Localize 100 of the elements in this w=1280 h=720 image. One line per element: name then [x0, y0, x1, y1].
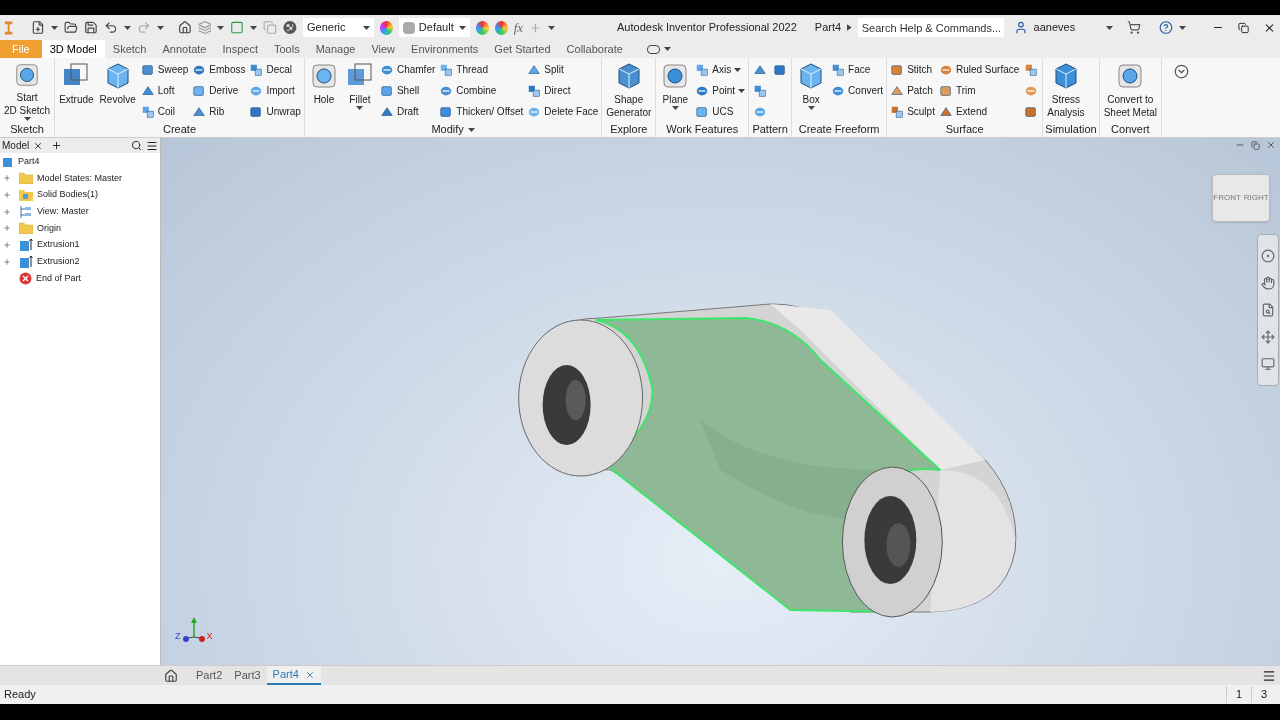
ribbon-button[interactable]: Coil: [139, 101, 190, 122]
expand-icon[interactable]: [3, 174, 11, 183]
ribbon-button[interactable]: Emboss: [191, 59, 247, 80]
save-icon[interactable]: [84, 20, 98, 35]
look-at-icon[interactable]: [1261, 356, 1275, 371]
zoom-icon[interactable]: [1261, 303, 1275, 317]
ribbon-button[interactable]: Trim: [937, 80, 1021, 101]
search-icon[interactable]: [131, 140, 142, 151]
ribbon-tab[interactable]: Sketch: [104, 40, 155, 58]
ribbon-button[interactable]: Face: [830, 59, 885, 80]
ribbon-button[interactable]: Thicken/ Offset: [438, 101, 525, 122]
ribbon-large-button[interactable]: Start 2D Sketch: [2, 59, 53, 121]
add-tab-icon[interactable]: [51, 140, 63, 151]
ribbon-button[interactable]: Point: [694, 80, 747, 101]
home-icon[interactable]: [177, 20, 192, 35]
ribbon-button[interactable]: Unwrap: [248, 101, 302, 122]
layers-icon[interactable]: [197, 20, 212, 35]
browser-tab[interactable]: Model: [2, 138, 30, 153]
new-file-icon[interactable]: [31, 20, 46, 35]
checker-icon[interactable]: [283, 20, 297, 35]
tree-item[interactable]: End of Part: [36, 271, 82, 286]
orbit-icon[interactable]: [1261, 329, 1275, 344]
ribbon-tab[interactable]: 3D Model: [41, 40, 105, 58]
ribbon-button[interactable]: Draft: [378, 101, 437, 122]
tree-root[interactable]: Part4: [18, 154, 40, 169]
search-field[interactable]: Search Help & Commands...: [857, 18, 1004, 37]
ribbon-tab[interactable]: Tools: [265, 40, 308, 58]
ribbon-tab[interactable]: Environments: [403, 40, 487, 58]
ribbon-button[interactable]: Decal: [248, 59, 302, 80]
tree-item[interactable]: Extrusion1: [37, 238, 80, 252]
ribbon-tab[interactable]: Collaborate: [558, 40, 631, 58]
menu-icon[interactable]: [1262, 668, 1276, 683]
menu-icon[interactable]: [146, 139, 158, 152]
formula-button[interactable]: fx: [513, 17, 524, 38]
panel-toggle-icon[interactable]: [646, 44, 671, 54]
ribbon-tab[interactable]: Inspect: [214, 40, 266, 58]
home-tab-icon[interactable]: [164, 668, 178, 683]
ribbon-large-button[interactable]: Shape Generator: [604, 59, 654, 121]
ribbon-button[interactable]: Patch: [889, 80, 936, 101]
ribbon-button[interactable]: Combine: [438, 80, 525, 101]
pan-icon[interactable]: [1261, 276, 1275, 291]
user-icon[interactable]: [1013, 20, 1028, 35]
user-name[interactable]: aaneves: [1033, 19, 1101, 36]
ribbon-button[interactable]: Chamfer: [378, 59, 437, 80]
clear-appearance-icon[interactable]: [494, 20, 508, 35]
ribbon-button[interactable]: Axis: [694, 59, 747, 80]
steering-wheel-icon[interactable]: [1261, 249, 1275, 264]
view-cube[interactable]: FRONT RIGHT: [1212, 174, 1270, 222]
color-wheel-icon[interactable]: [379, 20, 393, 35]
appearance-dropdown[interactable]: Generic: [303, 18, 374, 37]
ribbon-tab[interactable]: Get Started: [486, 40, 559, 58]
ribbon-button[interactable]: Delete Face: [526, 101, 600, 122]
ribbon-button[interactable]: Stitch: [889, 59, 936, 80]
document-tab[interactable]: Part2: [190, 666, 229, 685]
ribbon-button[interactable]: Sweep: [139, 59, 190, 80]
expand-icon[interactable]: [3, 257, 11, 266]
expand-icon[interactable]: [3, 224, 11, 233]
tree-item[interactable]: View: Master: [37, 204, 89, 219]
cart-icon[interactable]: [1127, 20, 1142, 35]
ribbon-button[interactable]: Thread: [438, 59, 525, 80]
undo-icon[interactable]: [103, 20, 118, 35]
ribbon-button[interactable]: Ruled Surface: [937, 59, 1021, 80]
ribbon-tab[interactable]: Annotate: [154, 40, 215, 58]
ribbon-large-button[interactable]: Convert to Sheet Metal: [1101, 59, 1160, 121]
ribbon-button[interactable]: Loft: [139, 80, 190, 101]
ribbon-button[interactable]: Split: [526, 59, 600, 80]
appearance-icon[interactable]: [475, 20, 489, 35]
ribbon-button[interactable]: Direct: [526, 80, 600, 101]
ribbon-large-button[interactable]: Hole: [306, 59, 341, 121]
tree-item[interactable]: Origin: [37, 221, 61, 236]
ribbon-large-button[interactable]: Box: [794, 59, 829, 121]
tree-item[interactable]: Solid Bodies(1): [37, 188, 99, 202]
close-icon[interactable]: [1266, 140, 1276, 150]
ribbon-button[interactable]: Derive: [191, 80, 247, 101]
restore-icon[interactable]: [1237, 21, 1250, 34]
expand-icon[interactable]: [3, 191, 11, 200]
open-icon[interactable]: [64, 20, 78, 35]
ribbon-large-button[interactable]: Stress Analysis: [1045, 59, 1087, 121]
tree-item[interactable]: Extrusion2: [37, 255, 80, 269]
ribbon-button[interactable]: Shell: [378, 80, 437, 101]
expand-icon[interactable]: [3, 241, 11, 250]
ribbon-button[interactable]: Import: [248, 80, 302, 101]
expand-icon[interactable]: [3, 207, 11, 216]
document-tab[interactable]: Part4: [266, 666, 321, 685]
help-icon[interactable]: [1159, 20, 1173, 35]
ribbon-large-button[interactable]: Extrude: [57, 59, 96, 121]
tree-item[interactable]: Model States: Master: [37, 171, 123, 186]
appearance-dropdown[interactable]: Default: [398, 18, 470, 37]
ribbon-button[interactable]: Extend: [937, 101, 1021, 122]
ribbon-button[interactable]: UCS: [694, 101, 747, 122]
document-tab[interactable]: Part3: [228, 666, 267, 685]
panel-title[interactable]: Modify: [306, 122, 600, 137]
ribbon-large-button[interactable]: Fillet: [342, 59, 377, 121]
ribbon-large-button[interactable]: Plane: [658, 59, 693, 121]
ribbon-tab[interactable]: Manage: [307, 40, 364, 58]
ribbon-button[interactable]: Convert: [830, 80, 885, 101]
ribbon-options-icon[interactable]: [1174, 64, 1190, 79]
ribbon-button[interactable]: Rib: [191, 101, 247, 122]
ribbon-large-button[interactable]: Revolve: [97, 59, 138, 121]
ribbon-button[interactable]: Sculpt: [889, 101, 936, 122]
